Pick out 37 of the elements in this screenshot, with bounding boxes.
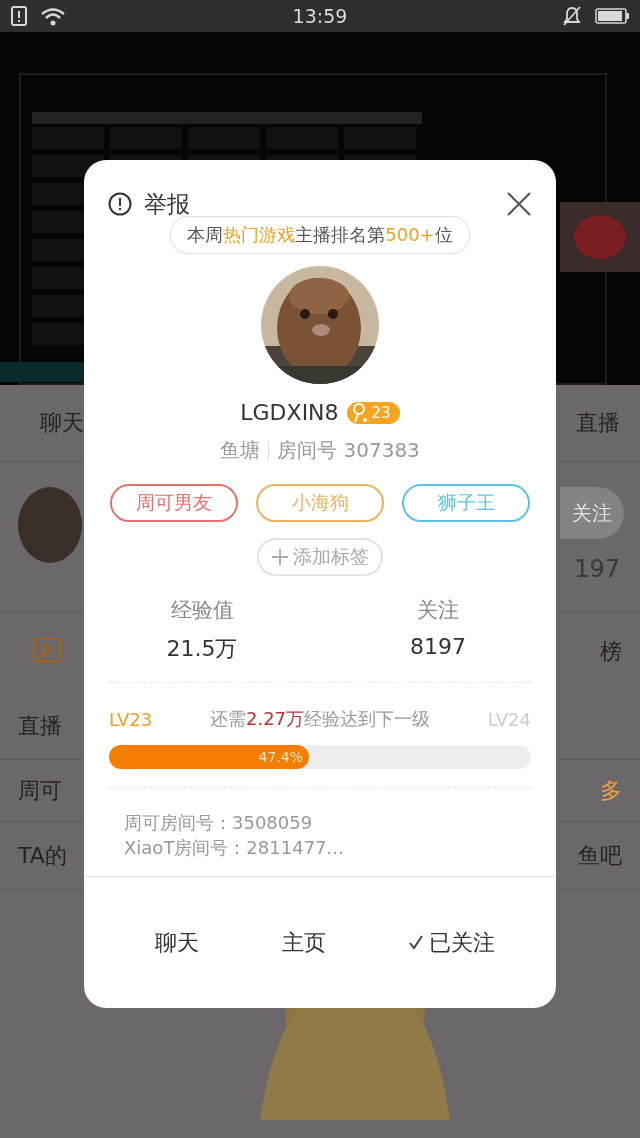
add-tag-button[interactable]: 添加标签 — [257, 538, 383, 576]
action-button[interactable]: 已关注 — [408, 927, 495, 958]
plus-icon — [271, 548, 289, 566]
room-note: 周可房间号：3508059 — [124, 811, 314, 835]
more-link[interactable]: 多 — [600, 775, 622, 806]
room-note: XiaoT房间号：2811477... — [124, 836, 345, 860]
action-button[interactable]: 聊天 — [155, 927, 200, 958]
level-badge: 23 — [346, 401, 400, 424]
tag-chip[interactable]: 小海狗 — [256, 484, 384, 522]
section-text: TA的 — [18, 842, 67, 868]
section-link[interactable]: 鱼吧 — [578, 840, 622, 871]
action-button[interactable]: 主页 — [282, 927, 326, 958]
stat-value: 8197 — [410, 634, 466, 659]
clock-time: 13:59 — [292, 5, 348, 27]
battery-icon — [595, 7, 630, 25]
current-level: LV23 — [109, 708, 153, 730]
user-name: LGDXIN8 — [240, 400, 339, 425]
section-link[interactable]: 榜 — [600, 637, 622, 667]
stat-value: 21.5万 — [166, 635, 238, 663]
progress-label: 47.4% — [258, 749, 303, 765]
key-icon — [351, 402, 368, 423]
room-number: 房间号 307383 — [277, 437, 420, 464]
group-link[interactable]: 鱼塘 — [220, 437, 261, 464]
section-text: 周可 — [18, 777, 62, 803]
tag-chip[interactable]: 周可男友 — [110, 484, 238, 522]
tag-chip[interactable]: 狮子王 — [402, 484, 530, 522]
stat-label: 经验值 — [170, 597, 234, 624]
sim-card-icon — [10, 5, 28, 27]
notifications-off-icon — [561, 5, 583, 27]
tab[interactable]: 聊天 — [40, 408, 84, 438]
tab[interactable]: 直播 — [576, 408, 620, 438]
wifi-icon — [40, 6, 66, 26]
stat-label: 关注 — [417, 597, 459, 624]
section-text: 直播 — [18, 712, 62, 738]
follow-button[interactable]: 关注 — [560, 487, 624, 539]
play-icon — [33, 637, 61, 662]
level-hint: 还需2.27万经验达到下一级 — [209, 707, 431, 731]
